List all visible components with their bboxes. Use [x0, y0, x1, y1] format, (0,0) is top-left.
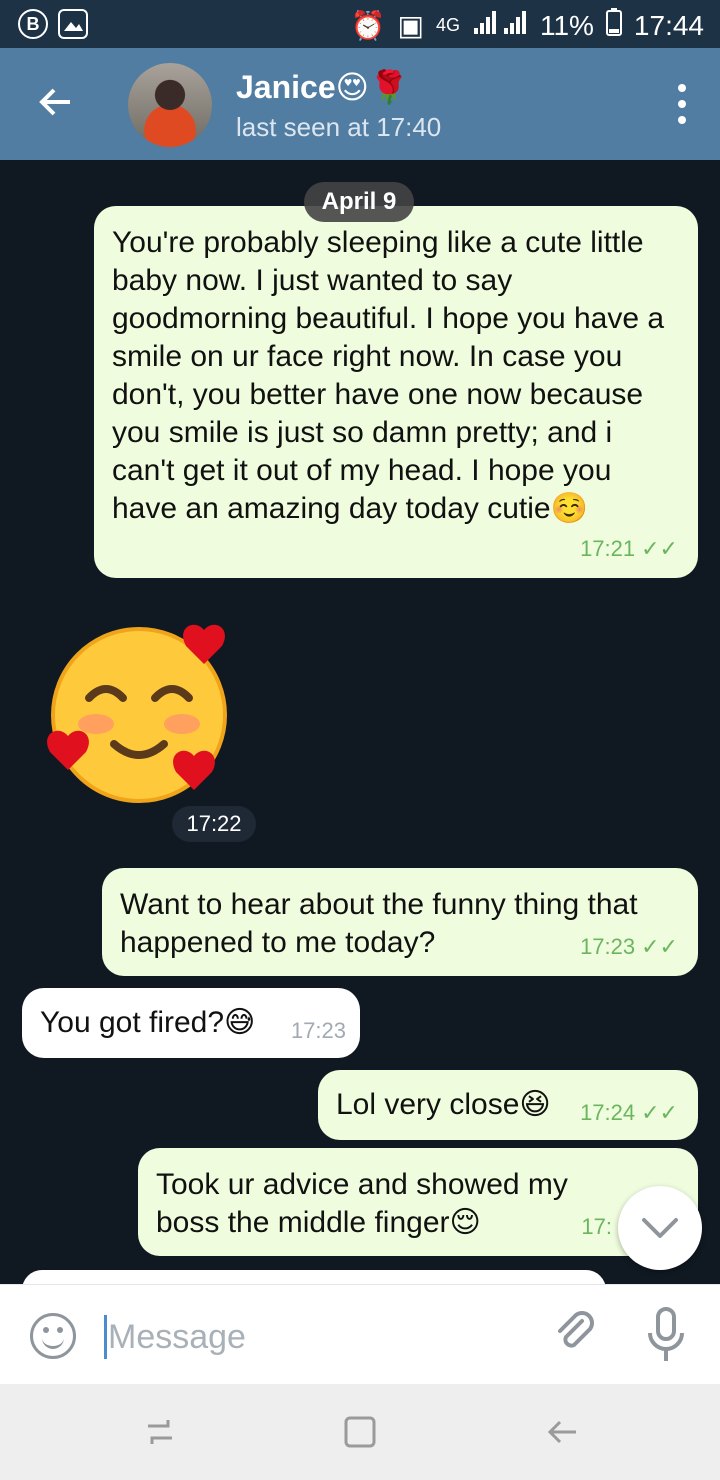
attach-paperclip-icon[interactable]: [552, 1309, 600, 1357]
double-check-icon: ✓✓: [641, 536, 678, 561]
clock: 17:44: [633, 9, 704, 41]
scroll-down-button[interactable]: [618, 1186, 702, 1270]
message-incoming-partial[interactable]: [22, 1270, 606, 1284]
message-incoming[interactable]: You got fired?😅 17:23: [22, 988, 360, 1058]
message-time: 17:21 ✓✓: [580, 536, 678, 561]
message-text: You're probably sleeping like a cute lit…: [112, 226, 665, 525]
double-check-icon: ✓✓: [641, 1100, 678, 1125]
image-icon: [58, 9, 88, 39]
battery-percent: 11%: [539, 9, 594, 41]
b-icon: B: [18, 9, 48, 39]
more-options-icon[interactable]: [672, 84, 692, 124]
message-outgoing[interactable]: You're probably sleeping like a cute lit…: [94, 206, 698, 578]
message-input[interactable]: [108, 1313, 528, 1361]
status-left-icons: B: [18, 9, 88, 39]
message-outgoing[interactable]: Took ur advice and showed my boss the mi…: [138, 1148, 698, 1256]
home-icon[interactable]: [340, 1412, 380, 1452]
signal-icon: [472, 8, 528, 43]
chat-area[interactable]: You're probably sleeping like a cute lit…: [0, 160, 720, 1284]
message-composer: [0, 1284, 720, 1384]
message-time: 17:: [581, 1214, 612, 1239]
chat-header: Janice😍🌹 last seen at 17:40: [0, 48, 720, 160]
status-right: ⏰ ▣ 4G 11% 17:44: [351, 8, 704, 43]
recent-apps-icon[interactable]: [140, 1412, 180, 1452]
message-time: 17:23: [290, 1018, 346, 1043]
status-bar: B ⏰ ▣ 4G 11% 17:44: [0, 0, 720, 48]
message-outgoing[interactable]: Want to hear about the funny thing that …: [102, 868, 698, 976]
smiling-face-hearts-sticker[interactable]: [44, 620, 234, 810]
date-label: April 9: [304, 182, 414, 222]
last-seen-status: last seen at 17:40: [236, 112, 442, 142]
chevron-down-icon: [642, 1218, 678, 1238]
double-check-icon: ✓✓: [641, 934, 678, 959]
network-type: 4G: [435, 15, 460, 35]
text-cursor: [104, 1315, 107, 1359]
microphone-icon[interactable]: [646, 1305, 686, 1365]
system-navigation-bar: [0, 1384, 720, 1480]
message-text: Took ur advice and showed my boss the mi…: [156, 1168, 568, 1239]
battery-icon: [605, 8, 622, 43]
back-icon[interactable]: [542, 1412, 582, 1452]
message-time: 17:24 ✓✓: [580, 1100, 678, 1125]
sticker-time: 17:22: [172, 806, 256, 842]
avatar[interactable]: [128, 63, 212, 147]
emoji-icon[interactable]: [30, 1313, 76, 1359]
message-time: 17:23 ✓✓: [580, 934, 678, 959]
contact-name[interactable]: Janice😍🌹: [236, 68, 409, 106]
back-arrow-icon[interactable]: [34, 80, 78, 124]
alarm-icon: ⏰: [350, 10, 386, 41]
sim-icon: ▣: [397, 10, 424, 41]
message-outgoing[interactable]: Lol very close😆 17:24 ✓✓: [318, 1070, 698, 1140]
